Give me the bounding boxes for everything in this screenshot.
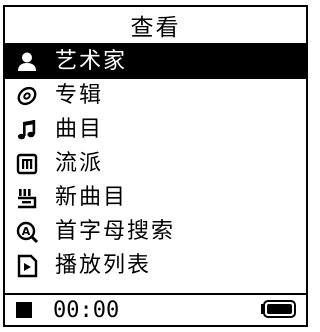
menu-item-tracks[interactable]: 曲目: [5, 113, 306, 147]
search-icon: A: [15, 220, 39, 244]
playback-time: 00:00: [53, 297, 120, 323]
menu-item-label: 新曲目: [55, 185, 128, 210]
menu-item-label: 艺术家: [55, 49, 128, 74]
menu-item-label: 曲目: [55, 117, 104, 142]
battery-icon: [260, 300, 296, 318]
stop-icon: [15, 301, 33, 319]
menu-item-label: 专辑: [55, 83, 104, 108]
new-track-icon: [15, 186, 39, 210]
svg-text:A: A: [22, 225, 31, 238]
album-icon: [15, 84, 39, 108]
title-bar: 查看: [5, 7, 306, 45]
menu-item-playlist[interactable]: 播放列表: [5, 249, 306, 283]
menu-item-label: 流派: [55, 151, 104, 176]
artist-icon: [15, 50, 39, 74]
page-title: 查看: [130, 15, 181, 41]
menu-item-new-tracks[interactable]: 新曲目: [5, 181, 306, 215]
genre-icon: [15, 152, 39, 176]
menu-item-initial-search[interactable]: A 首字母搜索: [5, 215, 306, 249]
menu-item-album[interactable]: 专辑: [5, 79, 306, 113]
music-note-icon: [15, 118, 39, 142]
playlist-icon: [15, 254, 39, 278]
status-bar: 00:00: [5, 293, 306, 325]
menu-item-label: 播放列表: [55, 253, 152, 278]
menu-item-artist[interactable]: 艺术家: [5, 45, 306, 79]
device-screen: 查看 艺术家 专辑 曲目 流派 新曲目 A 首字母搜索 播放列表 00:00: [3, 5, 308, 327]
menu-item-label: 首字母搜索: [55, 219, 176, 244]
menu-list: 艺术家 专辑 曲目 流派 新曲目 A 首字母搜索 播放列表: [5, 45, 306, 283]
menu-item-genre[interactable]: 流派: [5, 147, 306, 181]
